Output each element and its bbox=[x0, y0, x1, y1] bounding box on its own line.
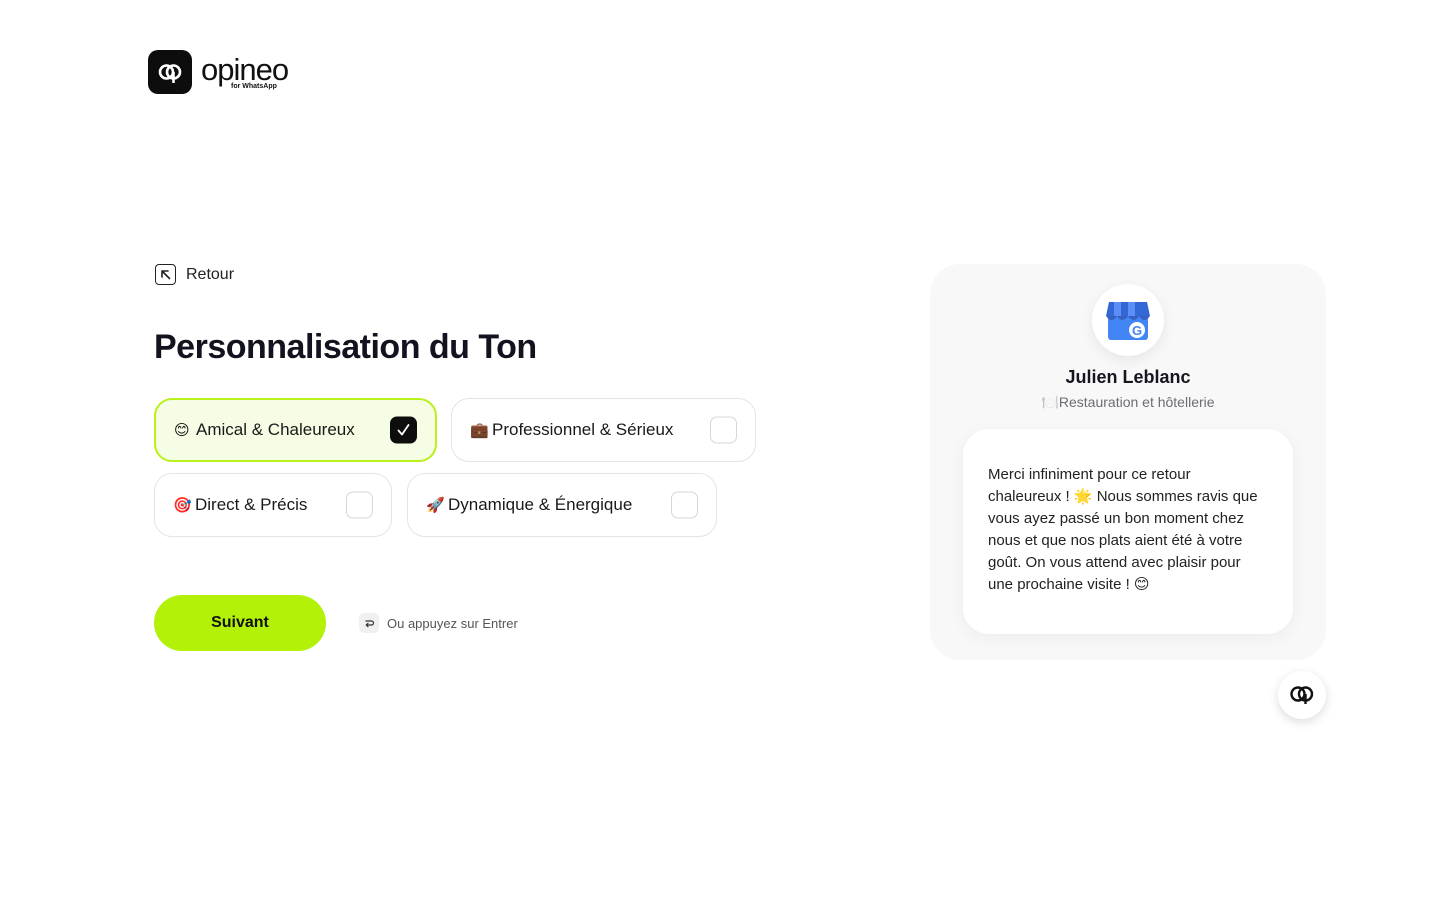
tone-option-dynamique[interactable]: 🚀 Dynamique & Énergique bbox=[407, 473, 717, 537]
tone-option-direct[interactable]: 🎯 Direct & Précis bbox=[154, 473, 392, 537]
next-button[interactable]: Suivant bbox=[154, 595, 326, 651]
response-preview-panel: G Julien Leblanc 🍽️Restauration et hôtel… bbox=[930, 264, 1326, 660]
business-category: 🍽️Restauration et hôtellerie bbox=[930, 394, 1326, 411]
tone-checkbox[interactable] bbox=[390, 416, 417, 444]
tone-option-label: Direct & Précis bbox=[195, 495, 308, 514]
response-bubble: Merci infiniment pour ce retour chaleure… bbox=[963, 429, 1293, 634]
tone-option-professionnel[interactable]: 💼 Professionnel & Sérieux bbox=[451, 398, 756, 462]
svg-text:G: G bbox=[1132, 323, 1142, 338]
rocket-emoji-icon: 🚀 bbox=[426, 497, 445, 514]
opineo-chat-icon bbox=[1290, 686, 1314, 704]
opineo-logo-icon bbox=[148, 50, 192, 94]
tone-option-amical[interactable]: 😊 Amical & Chaleureux bbox=[154, 398, 437, 462]
back-link[interactable]: Retour bbox=[155, 264, 234, 285]
brand-tagline: for WhatsApp bbox=[231, 83, 277, 90]
enter-hint-text: Ou appuyez sur Entrer bbox=[387, 615, 518, 631]
brand-logo[interactable]: opineo for WhatsApp bbox=[148, 50, 289, 94]
smile-emoji-icon: 😊 bbox=[174, 422, 190, 439]
plate-emoji-icon: 🍽️ bbox=[1041, 394, 1059, 410]
back-label: Retour bbox=[186, 265, 235, 283]
reviewer-name: Julien Leblanc bbox=[1065, 367, 1191, 387]
tone-checkbox[interactable] bbox=[671, 491, 698, 519]
tone-checkbox[interactable] bbox=[346, 491, 373, 519]
business-avatar: G bbox=[1092, 284, 1164, 356]
arrow-up-left-icon bbox=[155, 264, 176, 285]
tone-option-label: Professionnel & Sérieux bbox=[492, 420, 674, 439]
enter-hint: Ou appuyez sur Entrer bbox=[359, 613, 518, 633]
briefcase-emoji-icon: 💼 bbox=[470, 422, 489, 439]
enter-key-icon bbox=[359, 613, 379, 633]
page-title: Personnalisation du Ton bbox=[154, 328, 537, 366]
target-emoji-icon: 🎯 bbox=[173, 497, 192, 514]
google-business-store-icon: G bbox=[1106, 302, 1150, 340]
chat-fab-button[interactable] bbox=[1278, 671, 1326, 719]
tone-option-label: Dynamique & Énergique bbox=[448, 495, 633, 514]
response-message: Merci infiniment pour ce retour chaleure… bbox=[988, 466, 1258, 593]
tone-checkbox[interactable] bbox=[710, 416, 737, 444]
business-category-label: Restauration et hôtellerie bbox=[1058, 394, 1215, 410]
tone-option-label: Amical & Chaleureux bbox=[196, 420, 355, 439]
